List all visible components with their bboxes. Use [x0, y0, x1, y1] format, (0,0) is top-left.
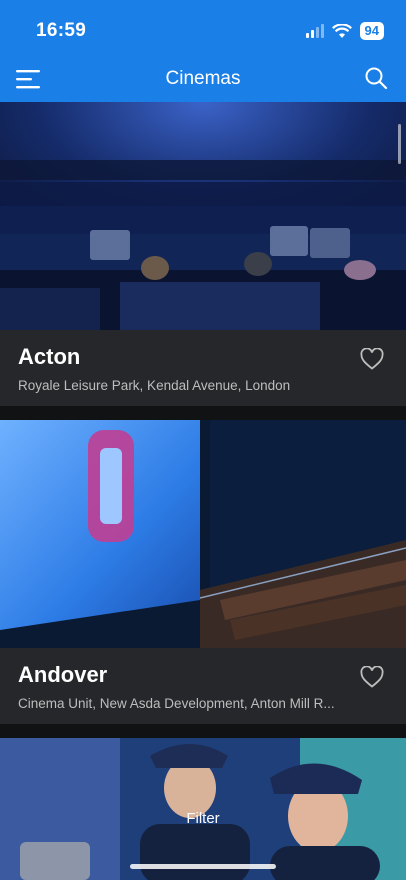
- cinema-card-partial[interactable]: [0, 738, 406, 880]
- home-indicator: [130, 864, 276, 869]
- heart-outline-icon[interactable]: [360, 666, 384, 688]
- cinema-info-andover: Andover Cinema Unit, New Asda Developmen…: [0, 648, 406, 724]
- heart-outline-icon[interactable]: [360, 348, 384, 370]
- status-bar: 16:59 94: [0, 0, 406, 56]
- signal-icon: [305, 24, 324, 38]
- cinema-name: Acton: [18, 344, 81, 369]
- cinema-name: Andover: [18, 662, 108, 687]
- cinema-image-acton: [0, 102, 406, 330]
- status-time: 16:59: [36, 20, 87, 41]
- cinema-address: Cinema Unit, New Asda Development, Anton…: [18, 696, 335, 711]
- page-title: Cinemas: [165, 68, 241, 89]
- cinema-card-acton[interactable]: Acton Royale Leisure Park, Kendal Avenue…: [0, 102, 406, 408]
- cinema-image-andover: [0, 420, 406, 648]
- battery-icon: 94: [359, 22, 384, 40]
- cinema-image-staff: [0, 738, 406, 880]
- cinema-address: Royale Leisure Park, Kendal Avenue, Lond…: [18, 378, 291, 393]
- cinema-info-acton: Acton Royale Leisure Park, Kendal Avenue…: [0, 330, 406, 406]
- nav-bar: Cinemas: [0, 56, 406, 102]
- filter-button[interactable]: Filter: [0, 810, 406, 827]
- wifi-icon: [331, 23, 352, 38]
- status-icons: 94: [305, 22, 384, 40]
- scroll-indicator[interactable]: [398, 124, 401, 164]
- cinema-card-andover[interactable]: Andover Cinema Unit, New Asda Developmen…: [0, 420, 406, 724]
- search-icon[interactable]: [364, 66, 388, 90]
